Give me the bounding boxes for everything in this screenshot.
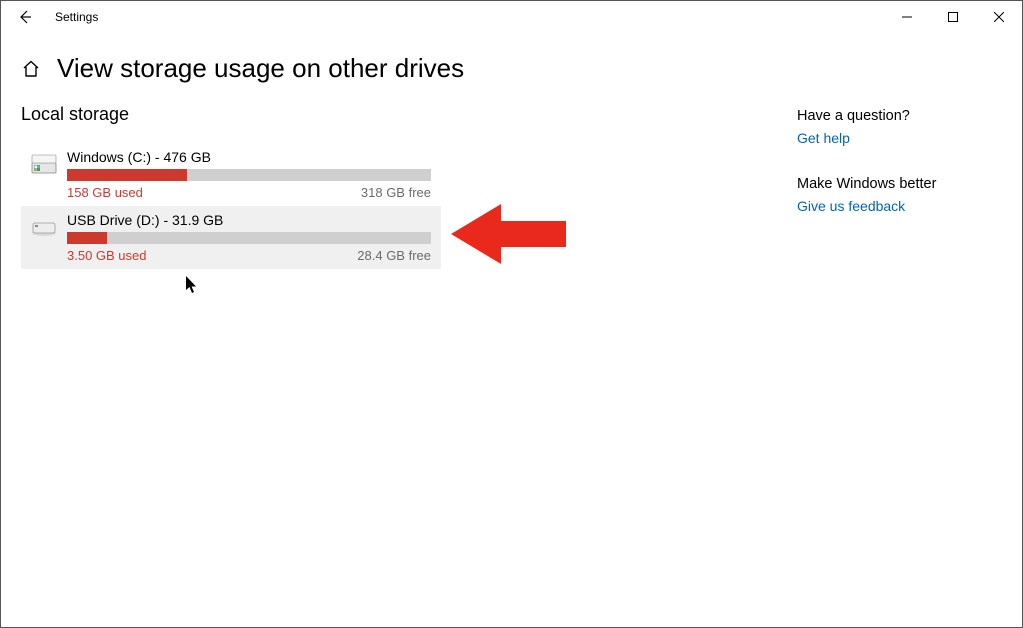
mouse-cursor	[186, 276, 198, 299]
home-icon	[21, 59, 41, 79]
arrow-left-icon	[17, 9, 33, 25]
drive-row[interactable]: Windows (C:) - 476 GB 158 GB used 318 GB…	[21, 143, 441, 206]
home-button[interactable]	[21, 59, 41, 79]
drive-row[interactable]: USB Drive (D:) - 31.9 GB 3.50 GB used 28…	[21, 206, 441, 269]
title-bar: Settings	[1, 1, 1022, 33]
used-text: 3.50 GB used	[67, 248, 147, 263]
get-help-link[interactable]: Get help	[797, 130, 1002, 146]
maximize-button[interactable]	[930, 1, 976, 33]
usage-bar	[67, 169, 431, 181]
annotation-arrow	[451, 199, 571, 274]
window-controls	[884, 1, 1022, 33]
free-text: 28.4 GB free	[357, 248, 431, 263]
usage-bar-fill	[67, 169, 187, 181]
usb-drive-icon	[21, 212, 67, 263]
maximize-icon	[948, 12, 958, 22]
page-title: View storage usage on other drives	[57, 53, 464, 84]
help-heading: Have a question?	[797, 108, 1002, 124]
minimize-icon	[902, 12, 912, 22]
used-text: 158 GB used	[67, 185, 143, 200]
page-header: View storage usage on other drives	[1, 33, 1022, 94]
internal-drive-icon	[21, 149, 67, 200]
feedback-link[interactable]: Give us feedback	[797, 198, 1002, 214]
minimize-button[interactable]	[884, 1, 930, 33]
section-title: Local storage	[21, 104, 441, 125]
drive-name: USB Drive (D:) - 31.9 GB	[67, 212, 431, 228]
close-button[interactable]	[976, 1, 1022, 33]
usage-bar-fill	[67, 232, 107, 244]
close-icon	[994, 12, 1004, 22]
app-title: Settings	[55, 10, 98, 24]
usage-bar	[67, 232, 431, 244]
drive-name: Windows (C:) - 476 GB	[67, 149, 431, 165]
free-text: 318 GB free	[361, 185, 431, 200]
back-button[interactable]	[1, 1, 49, 33]
feedback-heading: Make Windows better	[797, 176, 1002, 192]
